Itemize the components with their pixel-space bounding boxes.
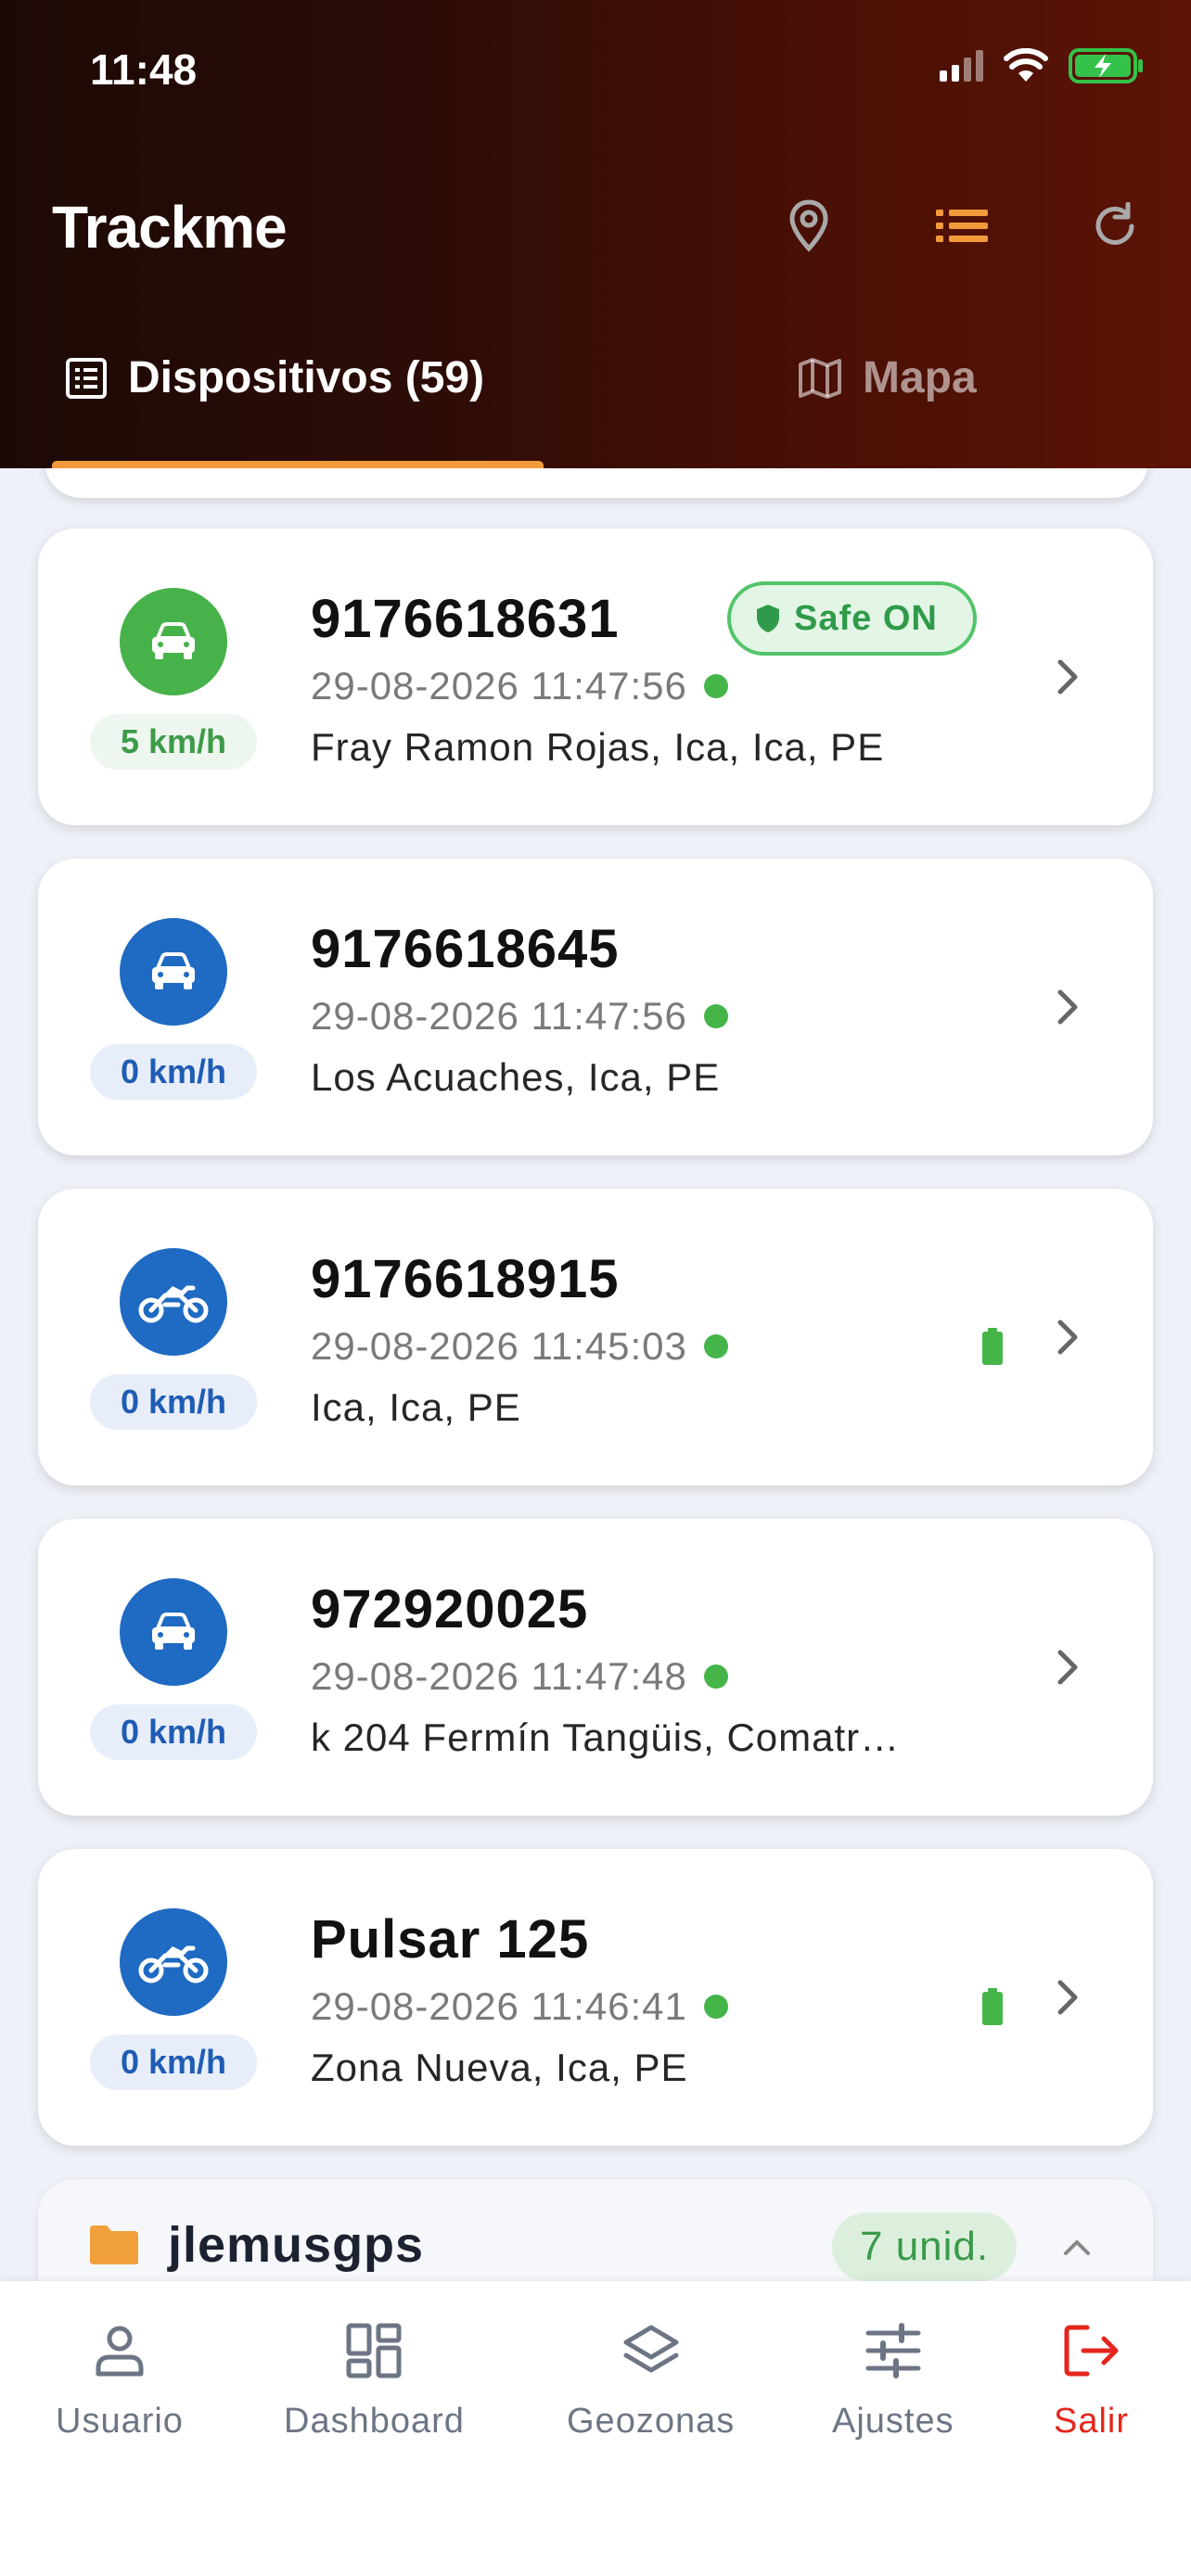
user-icon xyxy=(96,2326,144,2377)
device-card[interactable]: 0 km/h 9176618915 29-08-2026 11:45:03 Ic… xyxy=(38,1189,1153,1486)
sliders-icon xyxy=(865,2323,921,2378)
nav-salir-label: Salir xyxy=(1054,2402,1130,2441)
group-name: jlemusgps xyxy=(168,2217,425,2273)
speed-badge: 0 km/h xyxy=(90,1704,257,1760)
layers-icon xyxy=(623,2325,679,2373)
motorcycle-icon xyxy=(138,1285,209,1323)
device-name: 9176618645 xyxy=(311,919,620,979)
car-icon xyxy=(152,1613,195,1650)
tab-dispositivos[interactable]: Dispositivos (59) xyxy=(65,352,484,403)
car-icon xyxy=(152,952,195,989)
chevron-right-icon xyxy=(1057,989,1078,1025)
previous-card-edge xyxy=(45,468,1148,498)
list-icon xyxy=(936,210,988,242)
device-list[interactable]: 5 km/h 9176618631 Safe ON 29-08-2026 11:… xyxy=(0,468,1191,2281)
last-update-time: 29-08-2026 11:47:48 xyxy=(311,1654,687,1698)
app-header: 11:48 Trackme Dispositivos (59) Mapa xyxy=(0,0,1191,469)
device-name: 9176618631 xyxy=(311,589,620,649)
nav-usuario[interactable]: Usuario xyxy=(56,2320,184,2442)
folder-icon xyxy=(90,2225,138,2264)
chevron-right-icon xyxy=(1057,1320,1078,1355)
device-type-badge xyxy=(120,918,227,1026)
map-icon xyxy=(799,357,841,399)
battery-icon xyxy=(982,1988,1003,2025)
refresh-button[interactable] xyxy=(1085,197,1145,256)
last-update: 29-08-2026 11:46:41 xyxy=(311,1984,728,2029)
nav-dashboard-label: Dashboard xyxy=(284,2402,465,2441)
last-update-time: 29-08-2026 11:45:03 xyxy=(311,1324,687,1368)
last-update: 29-08-2026 11:47:56 xyxy=(311,664,728,708)
speed-badge: 5 km/h xyxy=(90,714,257,770)
device-type-badge xyxy=(120,1578,227,1686)
device-address: k 204 Fermín Tangüis, Comatr… xyxy=(311,1715,901,1759)
last-update: 29-08-2026 11:45:03 xyxy=(311,1324,728,1369)
device-name: Pulsar 125 xyxy=(311,1909,590,1970)
battery-icon xyxy=(982,1328,1003,1365)
tab-dispositivos-label: Dispositivos (59) xyxy=(128,353,485,402)
location-pin-button[interactable] xyxy=(779,197,839,256)
cellular-signal-icon xyxy=(940,50,983,82)
shield-icon xyxy=(757,605,779,632)
nav-dashboard[interactable]: Dashboard xyxy=(284,2320,465,2442)
safe-mode-badge: Safe ON xyxy=(727,581,977,656)
wifi-icon xyxy=(1004,48,1048,82)
device-name: 9176618915 xyxy=(311,1249,620,1309)
device-address: Ica, Ica, PE xyxy=(311,1385,521,1429)
tab-mapa-label: Mapa xyxy=(863,353,977,402)
status-time: 11:48 xyxy=(90,45,198,94)
device-card[interactable]: 0 km/h 9176618645 29-08-2026 11:47:56 Lo… xyxy=(38,859,1153,1155)
last-update-time: 29-08-2026 11:47:56 xyxy=(311,664,687,708)
device-address: Zona Nueva, Ica, PE xyxy=(311,2046,688,2089)
list-alt-icon xyxy=(66,357,107,399)
device-name: 972920025 xyxy=(311,1579,589,1639)
device-card[interactable]: 0 km/h Pulsar 125 29-08-2026 11:46:41 Zo… xyxy=(38,1849,1153,2146)
last-update-time: 29-08-2026 11:46:41 xyxy=(311,1984,687,2028)
nav-ajustes-label: Ajustes xyxy=(832,2402,954,2441)
nav-ajustes[interactable]: Ajustes xyxy=(832,2320,954,2442)
speed-badge: 0 km/h xyxy=(90,1044,257,1100)
logout-icon xyxy=(1064,2325,1119,2377)
nav-salir[interactable]: Salir xyxy=(1054,2320,1129,2442)
chevron-up-icon[interactable] xyxy=(1058,2233,1095,2261)
location-pin-icon xyxy=(789,199,828,252)
nav-usuario-label: Usuario xyxy=(56,2402,184,2441)
online-status-dot xyxy=(703,1995,728,2019)
car-icon xyxy=(152,622,195,659)
device-address: Fray Ramon Rojas, Ica, Ica, PE xyxy=(311,725,885,769)
device-type-badge xyxy=(120,1908,227,2016)
online-status-dot xyxy=(703,1664,728,1689)
bottom-navigation: Usuario Dashboard Geozonas Ajustes Salir xyxy=(0,2281,1191,2576)
group-count-badge: 7 unid. xyxy=(832,2213,1018,2281)
speed-badge: 0 km/h xyxy=(90,2034,257,2090)
last-update: 29-08-2026 11:47:48 xyxy=(311,1654,728,1699)
safe-mode-label: Safe ON xyxy=(794,598,938,638)
chevron-right-icon xyxy=(1057,1650,1078,1685)
nav-geozonas[interactable]: Geozonas xyxy=(567,2320,735,2442)
motorcycle-icon xyxy=(138,1945,209,1983)
nav-geozonas-label: Geozonas xyxy=(567,2402,736,2441)
online-status-dot xyxy=(703,674,728,698)
app-title: Trackme xyxy=(52,194,288,261)
battery-charging-icon xyxy=(1069,48,1143,83)
device-card[interactable]: 0 km/h 972920025 29-08-2026 11:47:48 k 2… xyxy=(38,1519,1153,1816)
device-type-badge xyxy=(120,1248,227,1356)
speed-badge: 0 km/h xyxy=(90,1374,257,1430)
device-type-badge xyxy=(120,588,227,695)
tab-mapa[interactable]: Mapa xyxy=(798,352,977,403)
online-status-dot xyxy=(703,1334,728,1358)
device-address: Los Acuaches, Ica, PE xyxy=(311,1055,721,1099)
last-update-time: 29-08-2026 11:47:56 xyxy=(311,994,687,1038)
online-status-dot xyxy=(703,1004,728,1028)
refresh-icon xyxy=(1095,202,1134,245)
group-header[interactable]: jlemusgps 7 unid. xyxy=(38,2179,1153,2281)
chevron-right-icon xyxy=(1057,1980,1078,2015)
list-view-button[interactable] xyxy=(932,197,992,256)
last-update: 29-08-2026 11:47:56 xyxy=(311,994,728,1039)
chevron-right-icon xyxy=(1057,659,1078,695)
device-card[interactable]: 5 km/h 9176618631 Safe ON 29-08-2026 11:… xyxy=(38,529,1153,825)
status-icons xyxy=(940,48,1145,83)
dashboard-icon xyxy=(346,2323,402,2378)
